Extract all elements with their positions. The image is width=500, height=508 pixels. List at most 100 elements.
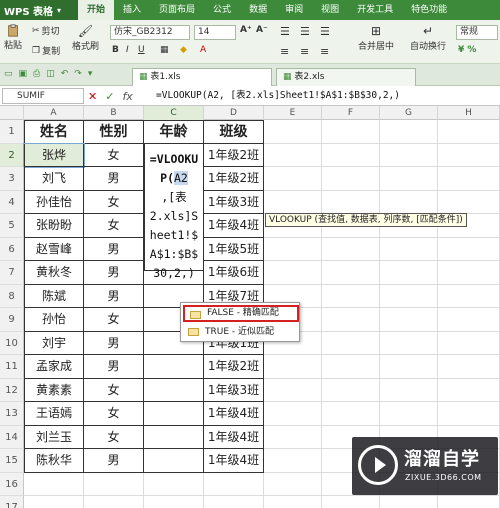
cell[interactable] [264, 496, 322, 508]
cell[interactable] [380, 308, 438, 332]
name-cell[interactable]: 孙怡 [24, 308, 84, 332]
gender-cell[interactable]: 女 [84, 214, 144, 238]
cell[interactable] [380, 284, 438, 308]
option-true-approximate-match[interactable]: TRUE - 近似匹配 [183, 324, 299, 341]
name-cell[interactable]: 赵雪峰 [24, 237, 84, 261]
cell[interactable] [380, 402, 438, 426]
row-header[interactable]: 8 [0, 284, 24, 308]
table-header-cell[interactable]: 性别 [84, 120, 144, 144]
cell[interactable] [438, 496, 500, 508]
print-icon[interactable]: ⎙ [33, 69, 40, 79]
column-header-c[interactable]: C [144, 106, 204, 120]
row-header[interactable]: 16 [0, 472, 24, 496]
name-cell[interactable]: 孟家成 [24, 355, 84, 379]
customize-icon[interactable]: ▾ [88, 69, 93, 79]
cell[interactable] [438, 143, 500, 167]
cell[interactable] [322, 284, 380, 308]
row-header[interactable]: 5 [0, 214, 24, 238]
cell[interactable] [24, 496, 84, 508]
class-cell[interactable]: 1年级2班 [204, 355, 264, 379]
doc-tab-1[interactable]: ▦ 表1.xls [132, 68, 272, 86]
column-header-e[interactable]: E [264, 106, 322, 120]
class-cell[interactable]: 1年级4班 [204, 402, 264, 426]
font-color-icon[interactable]: A [200, 45, 206, 55]
name-cell[interactable]: 陈斌 [24, 284, 84, 308]
name-cell[interactable]: 陈秋华 [24, 449, 84, 473]
cell[interactable] [204, 472, 264, 496]
gender-cell[interactable]: 女 [84, 143, 144, 167]
column-header-d[interactable]: D [204, 106, 264, 120]
wrap-text-button[interactable]: ↵ 自动换行 [410, 24, 446, 52]
cell[interactable] [380, 190, 438, 214]
cell[interactable] [144, 449, 204, 473]
tab-home[interactable]: 开始 [78, 0, 115, 20]
align-left-icon[interactable]: ≡ [280, 45, 289, 58]
cell[interactable] [322, 308, 380, 332]
row-header[interactable]: 1 [0, 120, 24, 144]
cell[interactable] [322, 496, 380, 508]
cell[interactable] [380, 331, 438, 355]
name-cell[interactable]: 王语嫣 [24, 402, 84, 426]
gender-cell[interactable]: 女 [84, 308, 144, 332]
merge-center-button[interactable]: ⊞ 合并居中 [358, 24, 394, 52]
cell[interactable] [438, 355, 500, 379]
class-cell[interactable]: 1年级2班 [204, 167, 264, 191]
cell[interactable] [380, 167, 438, 191]
tab-page-layout[interactable]: 页面布局 [150, 0, 204, 20]
cell[interactable] [322, 402, 380, 426]
doc-tab-2[interactable]: ▦ 表2.xls [276, 68, 416, 86]
cell[interactable] [438, 378, 500, 402]
cell[interactable] [144, 402, 204, 426]
cell[interactable] [84, 472, 144, 496]
cell[interactable] [264, 355, 322, 379]
cell[interactable] [264, 402, 322, 426]
cell[interactable] [322, 120, 380, 144]
fill-color-icon[interactable]: ◆ [180, 45, 187, 55]
class-cell[interactable]: 1年级6班 [204, 261, 264, 285]
cell[interactable] [322, 143, 380, 167]
select-all-corner[interactable] [0, 106, 24, 120]
class-cell[interactable]: 1年级2班 [204, 143, 264, 167]
gender-cell[interactable]: 女 [84, 378, 144, 402]
paste-button[interactable]: 粘贴 [4, 24, 22, 51]
row-header[interactable]: 6 [0, 237, 24, 261]
gender-cell[interactable]: 女 [84, 402, 144, 426]
align-right-icon[interactable]: ≡ [320, 45, 329, 58]
class-cell[interactable]: 1年级3班 [204, 378, 264, 402]
bold-button[interactable]: B [112, 45, 119, 55]
cell[interactable] [438, 120, 500, 144]
row-header[interactable]: 14 [0, 425, 24, 449]
name-cell[interactable]: 孙佳怡 [24, 190, 84, 214]
align-bottom-icon[interactable]: ☰ [320, 25, 330, 38]
row-header[interactable]: 7 [0, 261, 24, 285]
tab-insert[interactable]: 插入 [114, 0, 150, 20]
cell[interactable] [144, 472, 204, 496]
cell[interactable] [264, 425, 322, 449]
table-header-cell[interactable]: 班级 [204, 120, 264, 144]
gender-cell[interactable]: 女 [84, 425, 144, 449]
row-header[interactable]: 10 [0, 331, 24, 355]
cell[interactable] [438, 190, 500, 214]
cell[interactable] [380, 378, 438, 402]
column-header-h[interactable]: H [438, 106, 500, 120]
row-header[interactable]: 11 [0, 355, 24, 379]
cell[interactable] [438, 284, 500, 308]
preview-icon[interactable]: ◫ [46, 69, 55, 79]
cell[interactable] [24, 472, 84, 496]
align-middle-icon[interactable]: ☰ [300, 25, 310, 38]
save-icon[interactable]: ▣ [19, 69, 28, 79]
cell[interactable] [322, 261, 380, 285]
name-cell[interactable]: 刘飞 [24, 167, 84, 191]
cell[interactable] [264, 120, 322, 144]
gender-cell[interactable]: 女 [84, 190, 144, 214]
class-cell[interactable]: 1年级4班 [204, 449, 264, 473]
gender-cell[interactable]: 男 [84, 355, 144, 379]
cell[interactable] [264, 167, 322, 191]
cell[interactable] [322, 167, 380, 191]
cell[interactable] [144, 355, 204, 379]
cell[interactable] [438, 237, 500, 261]
name-cell[interactable]: 张盼盼 [24, 214, 84, 238]
name-cell[interactable]: 黄素素 [24, 378, 84, 402]
app-menu-button[interactable]: WPS 表格 ▾ [0, 0, 78, 20]
cell[interactable] [264, 449, 322, 473]
